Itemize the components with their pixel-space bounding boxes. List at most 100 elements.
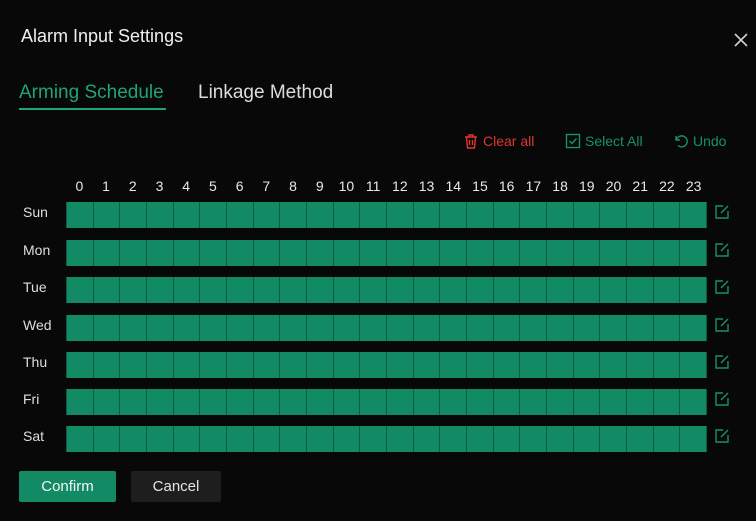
hour-cell[interactable] [280, 315, 308, 341]
schedule-bar[interactable] [66, 315, 708, 341]
hour-cell[interactable] [387, 315, 414, 341]
hour-cell[interactable] [227, 389, 254, 415]
hour-cell[interactable] [307, 277, 334, 303]
hour-cell[interactable] [147, 202, 174, 228]
hour-cell[interactable] [440, 202, 468, 228]
hour-cell[interactable] [574, 426, 601, 452]
hour-cell[interactable] [280, 389, 308, 415]
hour-cell[interactable] [414, 315, 441, 341]
hour-cell[interactable] [520, 315, 548, 341]
hour-cell[interactable] [574, 202, 601, 228]
hour-cell[interactable] [414, 202, 441, 228]
hour-cell[interactable] [680, 426, 708, 452]
hour-cell[interactable] [200, 352, 228, 378]
hour-cell[interactable] [627, 352, 654, 378]
hour-cell[interactable] [520, 202, 548, 228]
hour-cell[interactable] [147, 389, 174, 415]
hour-cell[interactable] [600, 202, 628, 228]
hour-cell[interactable] [334, 352, 361, 378]
schedule-bar[interactable] [66, 202, 708, 228]
hour-cell[interactable] [66, 202, 94, 228]
undo-button[interactable]: Undo [673, 133, 726, 149]
hour-cell[interactable] [494, 426, 521, 452]
hour-cell[interactable] [334, 240, 361, 266]
hour-cell[interactable] [174, 240, 201, 266]
hour-cell[interactable] [440, 426, 468, 452]
hour-cell[interactable] [680, 277, 708, 303]
hour-cell[interactable] [387, 240, 414, 266]
hour-cell[interactable] [547, 202, 574, 228]
hour-cell[interactable] [627, 240, 654, 266]
hour-cell[interactable] [547, 352, 574, 378]
hour-cell[interactable] [307, 240, 334, 266]
hour-cell[interactable] [440, 240, 468, 266]
hour-cell[interactable] [147, 315, 174, 341]
hour-cell[interactable] [440, 315, 468, 341]
edit-icon[interactable] [714, 279, 730, 295]
hour-cell[interactable] [174, 389, 201, 415]
hour-cell[interactable] [174, 315, 201, 341]
hour-cell[interactable] [227, 315, 254, 341]
tab-linkage-method[interactable]: Linkage Method [198, 82, 333, 104]
hour-cell[interactable] [387, 352, 414, 378]
hour-cell[interactable] [680, 315, 708, 341]
hour-cell[interactable] [94, 277, 121, 303]
hour-cell[interactable] [120, 277, 148, 303]
hour-cell[interactable] [120, 202, 148, 228]
hour-cell[interactable] [440, 352, 468, 378]
schedule-bar[interactable] [66, 240, 708, 266]
hour-cell[interactable] [547, 315, 574, 341]
hour-cell[interactable] [94, 315, 121, 341]
hour-cell[interactable] [467, 202, 494, 228]
hour-cell[interactable] [520, 389, 548, 415]
hour-cell[interactable] [200, 426, 228, 452]
hour-cell[interactable] [120, 426, 148, 452]
hour-cell[interactable] [494, 240, 521, 266]
hour-cell[interactable] [520, 352, 548, 378]
hour-cell[interactable] [66, 315, 94, 341]
hour-cell[interactable] [494, 389, 521, 415]
hour-cell[interactable] [440, 277, 468, 303]
hour-cell[interactable] [280, 277, 308, 303]
edit-icon[interactable] [714, 428, 730, 444]
hour-cell[interactable] [387, 202, 414, 228]
hour-cell[interactable] [227, 426, 254, 452]
hour-cell[interactable] [627, 277, 654, 303]
hour-cell[interactable] [520, 426, 548, 452]
hour-cell[interactable] [654, 426, 681, 452]
hour-cell[interactable] [680, 389, 708, 415]
hour-cell[interactable] [414, 426, 441, 452]
hour-cell[interactable] [254, 315, 281, 341]
hour-cell[interactable] [120, 389, 148, 415]
select-all-button[interactable]: Select All [565, 133, 643, 149]
hour-cell[interactable] [94, 426, 121, 452]
hour-cell[interactable] [334, 389, 361, 415]
hour-cell[interactable] [414, 240, 441, 266]
hour-cell[interactable] [307, 352, 334, 378]
hour-cell[interactable] [147, 352, 174, 378]
hour-cell[interactable] [227, 352, 254, 378]
hour-cell[interactable] [654, 277, 681, 303]
hour-cell[interactable] [387, 277, 414, 303]
hour-cell[interactable] [574, 277, 601, 303]
clear-all-button[interactable]: Clear all [463, 133, 534, 149]
hour-cell[interactable] [440, 389, 468, 415]
hour-cell[interactable] [280, 202, 308, 228]
hour-cell[interactable] [307, 389, 334, 415]
hour-cell[interactable] [360, 426, 388, 452]
hour-cell[interactable] [254, 389, 281, 415]
hour-cell[interactable] [654, 389, 681, 415]
hour-cell[interactable] [494, 315, 521, 341]
hour-cell[interactable] [174, 202, 201, 228]
hour-cell[interactable] [254, 202, 281, 228]
schedule-bar[interactable] [66, 389, 708, 415]
hour-cell[interactable] [227, 240, 254, 266]
edit-icon[interactable] [714, 204, 730, 220]
hour-cell[interactable] [147, 426, 174, 452]
schedule-bar[interactable] [66, 352, 708, 378]
hour-cell[interactable] [654, 352, 681, 378]
hour-cell[interactable] [147, 277, 174, 303]
cancel-button[interactable]: Cancel [131, 471, 221, 502]
hour-cell[interactable] [547, 277, 574, 303]
hour-cell[interactable] [147, 240, 174, 266]
